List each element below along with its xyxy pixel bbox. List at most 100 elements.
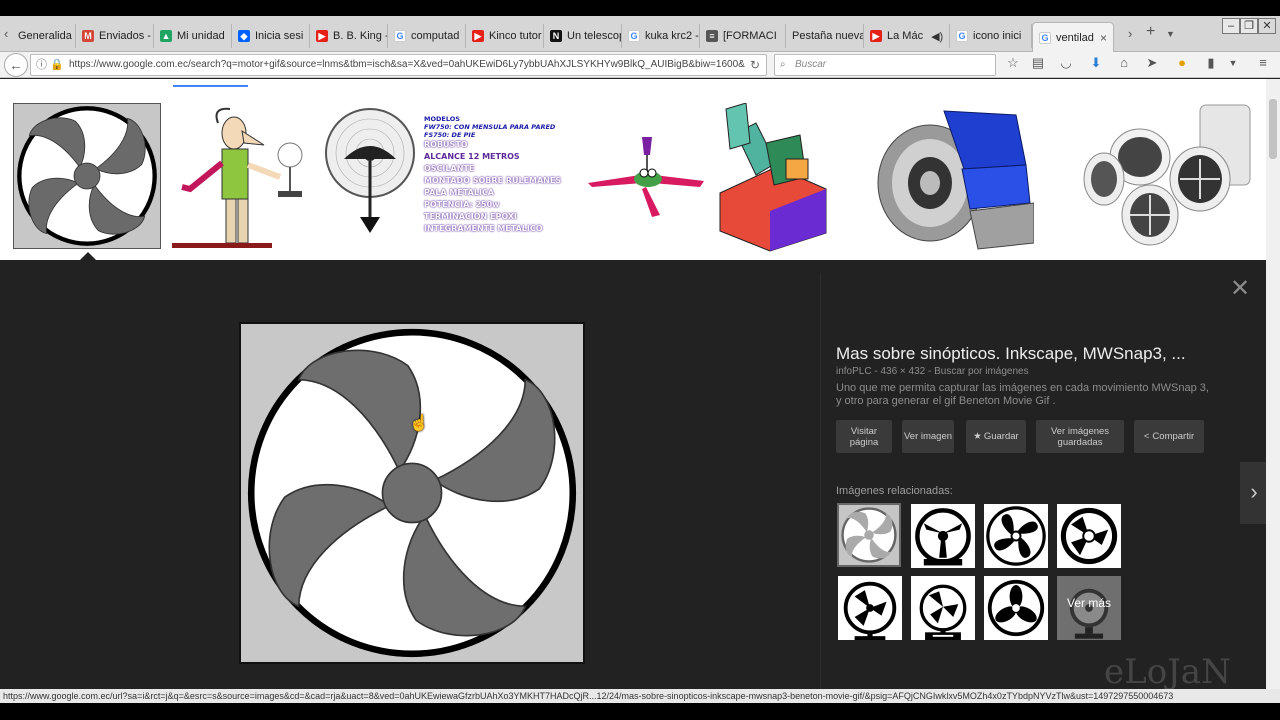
image-result-pedestal-fan[interactable] (324, 103, 418, 237)
tab-scroll-left-icon[interactable]: ‹ (4, 26, 8, 41)
tab[interactable]: M Enviados - (76, 24, 154, 48)
speaker-icon[interactable]: ◀) (931, 30, 943, 43)
related-image[interactable] (984, 504, 1048, 568)
youtube-icon: ▶ (870, 30, 882, 42)
watermark: eLoJaN (1104, 652, 1231, 692)
tab-label: computad (411, 30, 460, 42)
navigation-bar: ← ⓘ 🔒 https://www.google.com.ec/search?q… (0, 52, 1280, 78)
tab-label: Un telescop (567, 30, 622, 42)
send-icon[interactable]: ➤ (1143, 55, 1161, 71)
save-label: Guardar (983, 431, 1019, 442)
next-image-arrow-icon[interactable]: › (1240, 462, 1268, 524)
tab[interactable]: ≡ [FORMACI (700, 24, 786, 48)
share-button[interactable]: < Compartir (1134, 420, 1204, 453)
tab-label: Enviados - (99, 30, 151, 42)
tab-list-icon[interactable]: ▼ (1166, 29, 1175, 39)
new-tab-icon[interactable]: + (1146, 23, 1155, 41)
spec-line: OSCILANTE (424, 164, 475, 173)
save-button[interactable]: ★ Guardar (966, 420, 1026, 453)
close-tab-icon[interactable]: × (1100, 31, 1107, 45)
scrollbar-thumb[interactable] (1269, 99, 1277, 159)
related-image[interactable] (838, 576, 902, 640)
hamburger-menu-icon[interactable]: ≡ (1254, 55, 1272, 70)
saved-images-button[interactable]: Ver imágenes guardadas (1036, 420, 1124, 453)
spec-line: MONTADO SOBRE RULEMANES (424, 176, 562, 185)
spec-line: INTEGRAMENTE METALICO (424, 224, 543, 233)
image-description: Uno que me permita capturar las imágenes… (836, 382, 1209, 407)
tab-active[interactable]: Gventilad × (1032, 22, 1114, 53)
tab[interactable]: ▲ Mi unidad (154, 24, 232, 48)
doc-icon: ≡ (706, 30, 718, 42)
back-button[interactable]: ← (4, 53, 28, 77)
tab[interactable]: N Un telescop (544, 24, 622, 48)
related-image[interactable] (984, 576, 1048, 640)
page-scrollbar[interactable] (1266, 79, 1280, 689)
url-text: https://www.google.com.ec/search?q=motor… (69, 59, 745, 70)
extension-menu-icon[interactable]: ▼ (1224, 58, 1242, 68)
tab[interactable]: Generalida (12, 24, 76, 48)
close-icon[interactable]: ✕ (1230, 274, 1250, 303)
pocket-icon[interactable]: ◡ (1057, 55, 1075, 71)
tab[interactable]: ▶ Kinco tutor (466, 24, 544, 48)
gmail-icon: M (82, 30, 94, 42)
bookmark-star-icon[interactable]: ☆ (1004, 55, 1022, 71)
tab[interactable]: ◆ Inicia sesi (232, 24, 310, 48)
maximize-icon[interactable]: ❐ (1240, 18, 1258, 34)
tab[interactable]: Gcomputad (388, 24, 466, 48)
tab-label: Generalida (18, 30, 72, 42)
minimize-icon[interactable]: – (1222, 18, 1240, 34)
clipboard-icon[interactable]: ▮ (1202, 55, 1220, 71)
image-preview[interactable] (239, 322, 585, 664)
star-icon: ★ (973, 431, 982, 442)
share-icon: < (1143, 431, 1150, 442)
image-result-cartoon-fan[interactable] (172, 103, 308, 253)
spec-line: ROBUSTO (424, 140, 468, 149)
tab[interactable]: ▶ La Mác ◀) (864, 24, 950, 48)
tab-label: Inicia sesi (255, 30, 304, 42)
view-image-button[interactable]: Ver imagen (902, 420, 954, 453)
tab-label: Kinco tutor (489, 30, 542, 42)
visit-page-button[interactable]: Visitar página (836, 420, 892, 453)
tab-scroll-right-icon[interactable]: › (1128, 26, 1132, 41)
home-icon[interactable]: ⌂ (1115, 55, 1133, 70)
image-result-axial-fans[interactable] (1080, 103, 1256, 253)
image-result-fan-specs[interactable]: MODELOS FW750: CON MENSULA PARA PARED FS… (424, 115, 574, 241)
download-icon[interactable]: ⬇ (1087, 55, 1105, 71)
image-result-3d-blower[interactable] (716, 102, 828, 253)
tab-label: [FORMACI (723, 30, 777, 42)
image-result-ceiling-fan[interactable] (588, 103, 706, 223)
tab-label: kuka krc2 - (645, 30, 699, 42)
url-bar[interactable]: ⓘ 🔒 https://www.google.com.ec/search?q=m… (30, 54, 767, 76)
image-result-centrifugal-fan[interactable] (874, 103, 1035, 253)
reload-icon[interactable]: ↻ (750, 55, 760, 75)
reading-list-icon[interactable]: ▤ (1029, 55, 1047, 71)
n-icon: N (550, 30, 562, 42)
loading-indicator (173, 85, 248, 87)
extension-icon[interactable]: ● (1173, 55, 1191, 70)
tab[interactable]: ▶ B. B. King - (310, 24, 388, 48)
site-info-icon[interactable]: ⓘ 🔒 (36, 55, 64, 75)
tab[interactable]: Gicono inici (950, 24, 1032, 48)
image-results-strip: MODELOS FW750: CON MENSULA PARA PARED FS… (0, 79, 1266, 260)
google-icon: G (956, 30, 968, 42)
image-title[interactable]: Mas sobre sinópticos. Inkscape, MWSnap3,… (836, 344, 1236, 364)
view-image-label: Ver imagen (903, 431, 953, 442)
image-result-fan-selected[interactable] (13, 103, 161, 249)
related-image[interactable] (837, 503, 901, 567)
selected-caret (80, 252, 96, 260)
google-icon: G (394, 30, 406, 42)
related-image[interactable] (1057, 504, 1121, 568)
related-image[interactable] (911, 504, 975, 568)
tab[interactable]: Gkuka krc2 - (622, 24, 700, 48)
close-window-icon[interactable]: ✕ (1258, 18, 1276, 34)
saved-images-label: Ver imágenes guardadas (1050, 425, 1110, 448)
related-image[interactable] (911, 576, 975, 640)
title-bar (0, 0, 1280, 16)
drive-icon: ▲ (160, 30, 172, 42)
tab-label: icono inici (973, 30, 1022, 42)
spec-line: TERMINACION EPOXI (424, 212, 518, 221)
see-more-button[interactable]: Ver más (1057, 576, 1121, 640)
tab[interactable]: Pestaña nueva (786, 24, 864, 48)
tab-label: B. B. King - (333, 30, 388, 42)
search-input[interactable]: ⌕ Buscar (774, 54, 996, 76)
